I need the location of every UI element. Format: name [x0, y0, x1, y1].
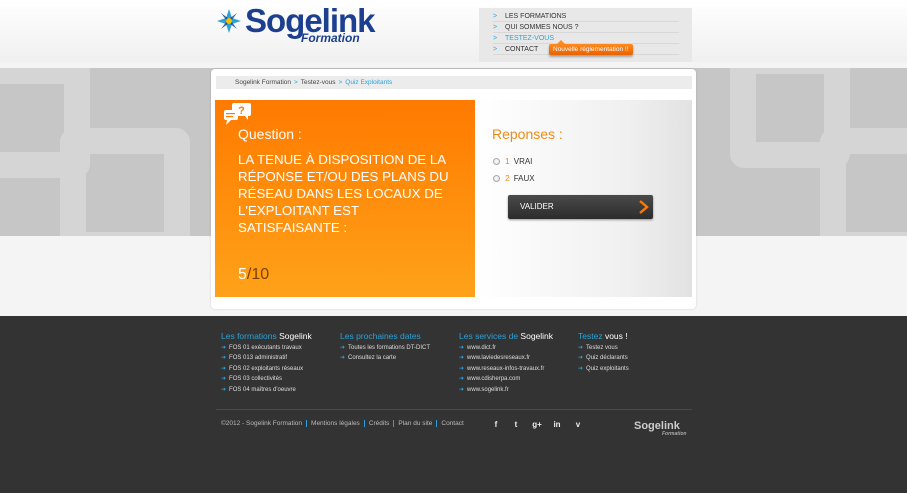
arrow-icon: ➜ [459, 386, 465, 393]
arrow-icon: ➜ [221, 386, 227, 393]
linkedin-icon[interactable]: in [551, 419, 563, 431]
arrow-icon: ➜ [221, 365, 227, 372]
footer-column-title: Testez vous ! [578, 331, 628, 341]
arrow-icon: ➜ [578, 355, 584, 362]
footer-link[interactable]: ➜ Quiz déclarants [578, 353, 629, 363]
viadeo-icon[interactable]: v [572, 419, 584, 431]
nav-item-label: CONTACT [505, 45, 539, 53]
breadcrumb-home[interactable]: Sogelink Formation [235, 79, 291, 86]
footer-column-dates: Les prochaines dates ➜ Toutes les formati… [340, 331, 430, 364]
answer-radio[interactable] [493, 174, 500, 182]
footer-link[interactable]: ➜ www.dict.fr [459, 343, 553, 353]
footer-link[interactable]: ➜ Consultez la carte [340, 353, 430, 363]
twitter-icon[interactable]: t [510, 419, 522, 431]
question-total: /10 [246, 266, 270, 283]
footer-link-plan[interactable]: Plan du site [394, 420, 438, 427]
footer-link[interactable]: ➜ www.reseaux-infos-travaux.fr [459, 364, 553, 374]
facebook-icon[interactable]: f [490, 419, 502, 431]
answer-option-2[interactable]: 2 FAUX [493, 173, 535, 183]
footer-column-title: Les prochaines dates [340, 331, 421, 341]
footer-column-title: Les formations Sogelink [221, 331, 312, 341]
answer-text: FAUX [513, 173, 535, 183]
arrow-icon: ➜ [340, 355, 346, 362]
nav-arrow-icon: > [493, 23, 498, 31]
nav-item-label: TESTEZ-VOUS [505, 34, 555, 42]
site-footer: Les formations Sogelink ➜ FOS 01 exécutan… [0, 316, 907, 493]
chevron-right-icon [639, 200, 649, 214]
speech-bubble-question-icon: ? [224, 103, 251, 125]
footer-link[interactable]: ➜ Testez vous [578, 343, 629, 353]
quiz-card: Sogelink Formation > Testez-vous > Quiz Expl… [211, 69, 696, 309]
footer-link[interactable]: ➜ www.cdisherpa.com [459, 374, 553, 384]
footer-logo[interactable]: Sogelink Formation [634, 420, 686, 437]
answer-number: 1 [505, 156, 510, 166]
question-text: LA TENUE À DISPOSITION DE LA RÉPONSE ET/… [238, 152, 449, 235]
nav-item-testez-vous[interactable]: > TESTEZ-VOUS [493, 33, 679, 44]
nav-item-qui-sommes-nous[interactable]: > QUI SOMMES NOUS ? [493, 22, 679, 33]
logo-sub: Formation [301, 31, 360, 45]
footer-link[interactable]: ➜ FOS 04 maîtres d'oeuvre [221, 385, 312, 395]
breadcrumb-separator: > [294, 79, 298, 86]
arrow-icon: ➜ [459, 376, 465, 383]
nav-arrow-icon: > [493, 45, 498, 53]
arrow-icon: ➜ [459, 355, 465, 362]
question-counter: 5/10 [238, 266, 269, 284]
nav-arrow-icon: > [493, 34, 498, 42]
answers-panel: Reponses : 1 VRAI 2 FAUX VALIDER [475, 100, 692, 297]
answers-label: Reponses : [492, 126, 563, 142]
arrow-icon: ➜ [459, 365, 465, 372]
footer-link[interactable]: ➜ FOS 01 exécutants travaux [221, 343, 312, 353]
footer-logo-sub: Formation [662, 431, 687, 437]
footer-link[interactable]: ➜ FOS 03 collectivités [221, 374, 312, 384]
arrow-icon: ➜ [578, 365, 584, 372]
footer-bottom-links: ©2012 - Sogelink Formation Mentions léga… [221, 420, 468, 427]
site-header: Sogelink Formation > LES FORMATIONS > QUI … [0, 0, 907, 62]
breadcrumb-separator: > [338, 79, 343, 86]
footer-link-credits[interactable]: Crédits [365, 420, 395, 427]
footer-link[interactable]: ➜ www.sogelink.fr [459, 385, 553, 395]
breadcrumb-testez-vous[interactable]: Testez-vous [301, 79, 336, 86]
arrow-icon: ➜ [340, 345, 346, 351]
footer-column-testez: Testez vous ! ➜ Testez vous ➜ Quiz déclara… [578, 331, 629, 374]
footer-column-services: Les services de Sogelink ➜ www.dict.fr ➜ w… [459, 331, 553, 395]
arrow-icon: ➜ [459, 345, 465, 351]
svg-text:?: ? [238, 105, 245, 117]
band-decoration [820, 128, 907, 236]
arrow-icon: ➜ [221, 345, 227, 351]
nav-arrow-icon: > [493, 12, 498, 20]
footer-copyright: ©2012 - Sogelink Formation [221, 420, 308, 427]
footer-link[interactable]: ➜ FOS 02 exploitants réseaux [221, 364, 312, 374]
logo-mark-icon [217, 9, 241, 33]
nav-item-label: LES FORMATIONS [505, 12, 567, 20]
answer-number: 2 [505, 173, 510, 183]
question-current: 5 [238, 266, 247, 283]
band-decoration [60, 128, 190, 236]
answer-text: VRAI [513, 156, 533, 166]
footer-link[interactable]: ➜ Quiz exploitants [578, 364, 629, 374]
arrow-icon: ➜ [578, 345, 584, 351]
footer-column-title: Les services de Sogelink [459, 331, 554, 341]
logo[interactable]: Sogelink Formation [215, 2, 376, 47]
arrow-icon: ➜ [221, 355, 227, 362]
question-panel: ? Question : LA TENUE À DISPOSITION DE L… [215, 100, 475, 297]
footer-link-contact[interactable]: Contact [437, 420, 467, 427]
arrow-icon: ➜ [221, 376, 227, 383]
breadcrumb: Sogelink Formation > Testez-vous > Quiz Expl… [216, 76, 692, 89]
google-plus-icon[interactable]: g+ [531, 419, 543, 431]
new-regulation-badge[interactable]: Nouvelle réglementation !! [549, 40, 633, 55]
validate-button[interactable]: VALIDER [508, 195, 653, 219]
footer-column-formations: Les formations Sogelink ➜ FOS 01 exécutan… [221, 331, 312, 395]
footer-divider [216, 409, 692, 410]
nav-item-label: QUI SOMMES NOUS ? [505, 23, 579, 31]
nav-item-formations[interactable]: > LES FORMATIONS [493, 11, 679, 22]
question-label: Question : [238, 126, 302, 142]
footer-link[interactable]: ➜ www.laviedesreseaux.fr [459, 353, 553, 363]
footer-link-mentions[interactable]: Mentions légales [307, 420, 365, 427]
answer-radio[interactable] [493, 157, 500, 165]
footer-link[interactable]: ➜ FOS 013 administratif [221, 353, 312, 363]
answer-option-1[interactable]: 1 VRAI [493, 156, 532, 166]
footer-link[interactable]: ➜ Toutes les formations DT-DICT [340, 343, 430, 353]
breadcrumb-current: Quiz Exploitants [345, 79, 393, 86]
validate-button-label: VALIDER [520, 202, 554, 211]
